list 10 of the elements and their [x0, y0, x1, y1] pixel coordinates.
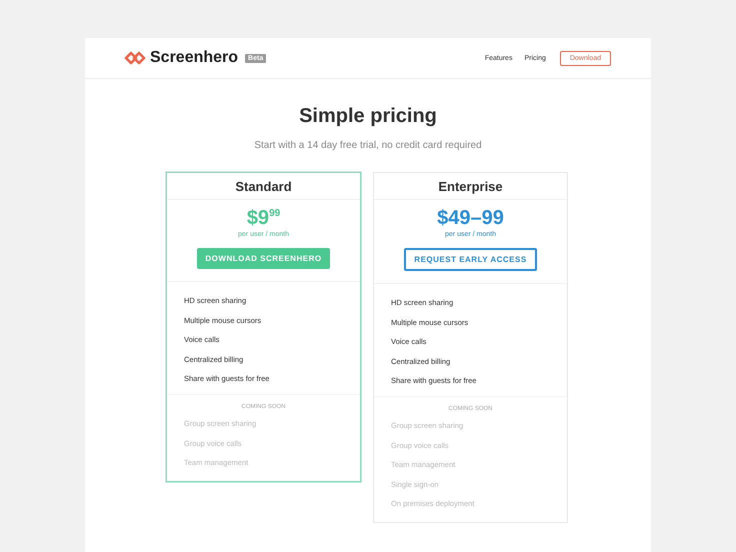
price: $49–99: [437, 207, 504, 229]
request-access-button[interactable]: REQUEST EARLY ACCESS: [404, 248, 537, 271]
logo-text: Screenhero: [150, 49, 238, 67]
logo-icon: [124, 51, 146, 65]
price: $9$^{99}$: [246, 207, 280, 229]
subtitle: Start with a 14 day free trial, no credit card required: [253, 140, 483, 151]
page-title: Simple pricing: [298, 105, 438, 128]
plan-name: Enterprise: [374, 173, 567, 200]
download-button[interactable]: DOWNLOAD SCREENHERO: [197, 248, 330, 269]
plan-name: Standard: [167, 173, 360, 200]
